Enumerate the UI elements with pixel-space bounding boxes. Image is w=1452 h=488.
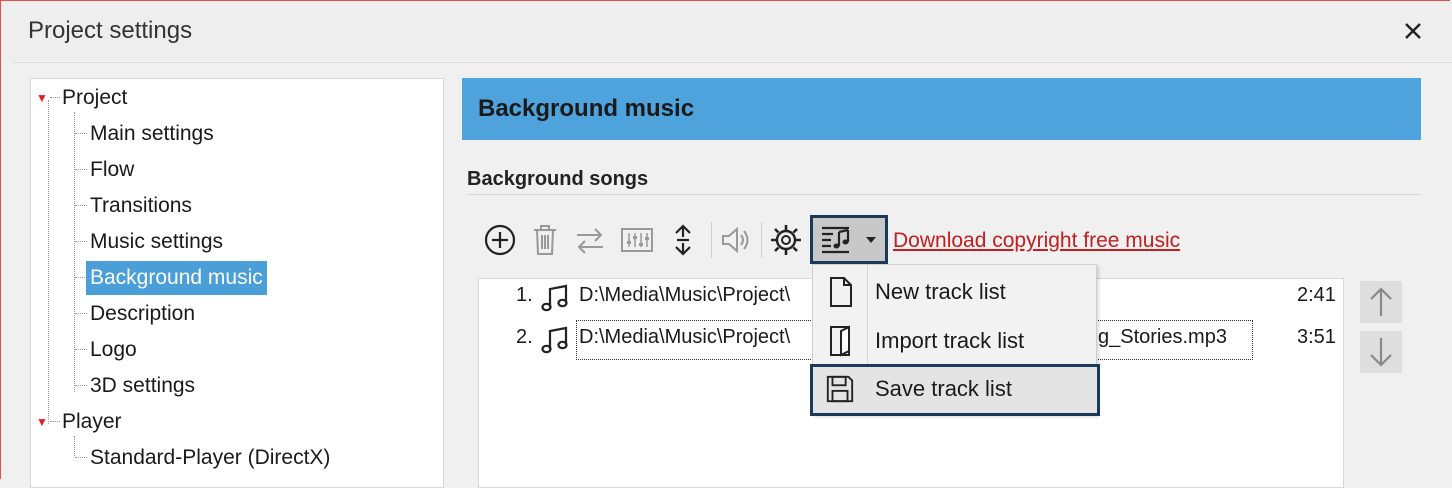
expand-caret-icon[interactable]: ▼ bbox=[36, 415, 48, 429]
tree-connector bbox=[74, 112, 75, 392]
menu-item-label: New track list bbox=[875, 279, 1006, 304]
swap-icon bbox=[577, 228, 603, 254]
tracklist-dropdown-menu: New track list Import track list Save tr… bbox=[810, 264, 1100, 416]
speaker-icon bbox=[722, 226, 749, 254]
sort-button[interactable] bbox=[663, 220, 703, 260]
song-path[interactable]: D:\Media\Music\Project\ bbox=[579, 326, 790, 349]
window-title: Project settings bbox=[28, 17, 193, 44]
trash-icon bbox=[534, 225, 556, 255]
tree-item-flow[interactable]: Flow bbox=[86, 155, 138, 185]
download-music-link[interactable]: Download copyright free music bbox=[893, 229, 1180, 253]
tree-item-transitions[interactable]: Transitions bbox=[86, 191, 196, 221]
tree-item-standard-player[interactable]: Standard-Player (DirectX) bbox=[86, 443, 334, 473]
title-bar: Project settings bbox=[1, 1, 1452, 61]
settings-button[interactable] bbox=[766, 220, 806, 260]
song-duration: 3:51 bbox=[1297, 326, 1336, 348]
song-filename-suffix[interactable]: g_Stories.mp3 bbox=[1098, 326, 1227, 349]
tracklist-menu-button[interactable] bbox=[810, 215, 888, 264]
toolbar-separator bbox=[761, 222, 762, 258]
menu-item-label: Save track list bbox=[875, 376, 1012, 401]
tree-connector bbox=[74, 436, 75, 456]
move-down-button[interactable] bbox=[1360, 331, 1402, 373]
arrow-up-icon bbox=[1370, 287, 1392, 316]
group-divider bbox=[467, 194, 1421, 195]
tree-item-3d-settings[interactable]: 3D settings bbox=[86, 371, 199, 401]
section-title: Background music bbox=[478, 95, 695, 122]
gear-icon bbox=[771, 225, 801, 255]
new-document-icon bbox=[830, 277, 852, 307]
menu-item-label: Import track list bbox=[875, 328, 1025, 353]
import-document-icon bbox=[830, 325, 850, 357]
tree-item-logo[interactable]: Logo bbox=[86, 335, 141, 365]
song-number: 1. bbox=[516, 284, 533, 306]
song-number: 2. bbox=[516, 326, 533, 348]
group-label: Background songs bbox=[467, 168, 649, 190]
menu-item-new-track-list[interactable]: New track list bbox=[813, 268, 1096, 316]
dropdown-caret-icon bbox=[866, 236, 876, 243]
mixer-icon bbox=[621, 228, 653, 252]
mixer-button[interactable] bbox=[617, 220, 657, 260]
song-path[interactable]: D:\Media\Music\Project\ bbox=[579, 284, 790, 307]
menu-item-import-track-list[interactable]: Import track list bbox=[813, 317, 1096, 365]
toolbar-separator bbox=[711, 222, 712, 258]
sort-vertical-icon bbox=[675, 224, 691, 256]
volume-button[interactable] bbox=[716, 220, 756, 260]
expand-caret-icon[interactable]: ▼ bbox=[36, 91, 48, 105]
add-song-button[interactable] bbox=[480, 220, 520, 260]
menu-item-save-track-list[interactable]: Save track list bbox=[810, 364, 1100, 416]
tree-item-background-music[interactable]: Background music bbox=[86, 261, 267, 295]
close-icon bbox=[1405, 23, 1421, 39]
song-duration: 2:41 bbox=[1297, 284, 1336, 306]
tree-item-project[interactable]: Project bbox=[58, 83, 131, 113]
tree-item-description[interactable]: Description bbox=[86, 299, 199, 329]
tracklist-icon bbox=[822, 226, 850, 253]
close-button[interactable] bbox=[1397, 15, 1429, 47]
tree-item-music-settings[interactable]: Music settings bbox=[86, 227, 227, 257]
add-circle-icon bbox=[484, 224, 516, 256]
music-note-icon bbox=[541, 284, 568, 312]
move-up-button[interactable] bbox=[1360, 281, 1402, 323]
tree-item-player[interactable]: Player bbox=[58, 407, 126, 437]
section-header: Background music bbox=[462, 78, 1421, 140]
tree-item-main-settings[interactable]: Main settings bbox=[86, 119, 218, 149]
arrow-down-icon bbox=[1370, 338, 1392, 367]
music-note-icon bbox=[541, 326, 568, 354]
swap-button[interactable] bbox=[570, 220, 610, 260]
delete-song-button[interactable] bbox=[525, 220, 565, 260]
floppy-disk-icon bbox=[826, 375, 854, 403]
tree-connector bbox=[48, 100, 49, 424]
